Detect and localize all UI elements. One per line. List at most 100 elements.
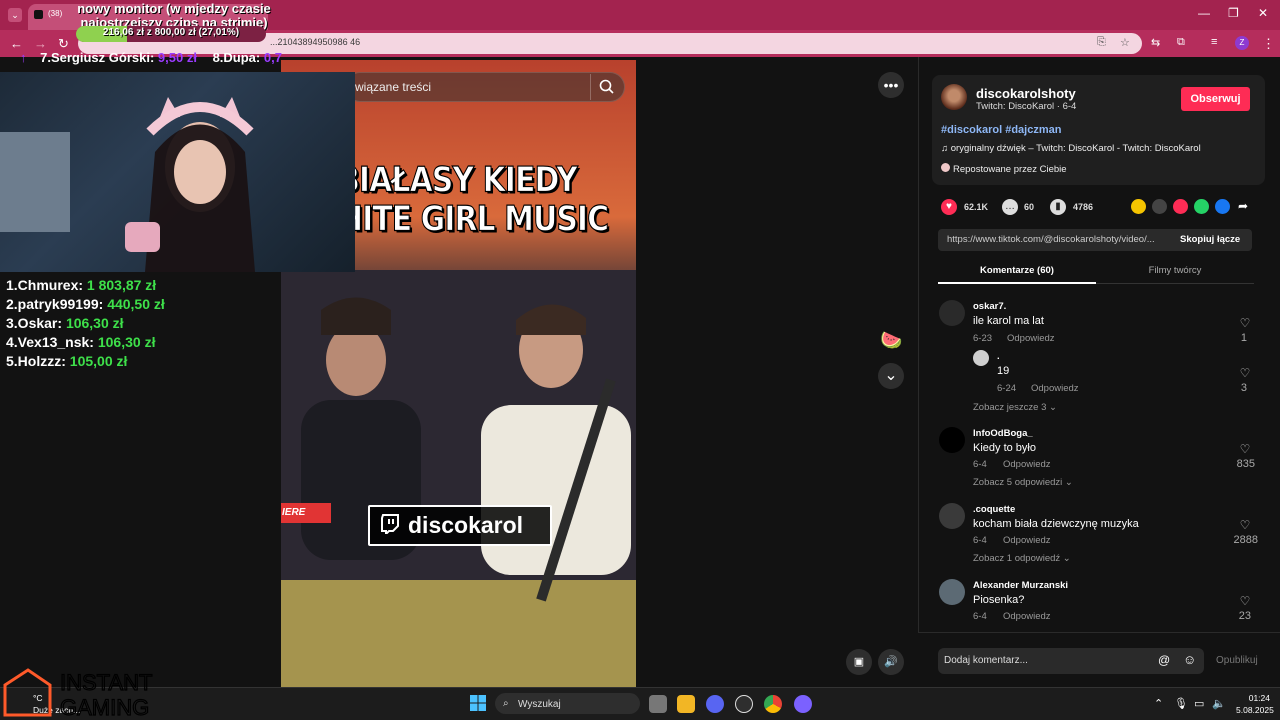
mini-player-icon[interactable]: ▣	[846, 649, 872, 675]
install-app-icon[interactable]: ⎘	[1097, 36, 1106, 49]
chevron-down-icon[interactable]: ⌄	[878, 363, 904, 389]
search-divider	[590, 74, 591, 100]
comment-icon[interactable]: …	[1002, 199, 1018, 215]
twitch-icon	[381, 514, 399, 534]
comment-date: 6-4	[973, 611, 987, 622]
follow-button[interactable]: Obserwuj	[1181, 87, 1250, 111]
share-icon[interactable]: ➦	[1238, 199, 1248, 213]
volume-icon[interactable]: 🔊	[878, 649, 904, 675]
taskbar-search[interactable]	[495, 693, 640, 714]
app-icon[interactable]	[794, 695, 812, 713]
coin-icon[interactable]	[1131, 199, 1146, 214]
extensions-icon[interactable]: ⧉	[1177, 36, 1185, 49]
tab-creator-videos[interactable]: Filmy twórcy	[1096, 265, 1254, 276]
tab-search-icon[interactable]: ⌄	[8, 8, 22, 22]
windows-start-icon[interactable]	[470, 695, 486, 711]
chrome-icon[interactable]	[764, 695, 782, 713]
comment-like-icon[interactable]: ♡	[1238, 442, 1252, 456]
goal-amount: 216,06 zł z 800,00 zł (27,01%)	[102, 27, 240, 38]
comment-count: 60	[1024, 202, 1035, 212]
back-icon[interactable]: ←	[10, 36, 23, 51]
address-url: ...21043894950986 46	[270, 37, 361, 47]
discord-icon[interactable]	[706, 695, 724, 713]
reply-button[interactable]: Odpowiedz	[1003, 611, 1051, 622]
close-icon[interactable]: ✕	[1258, 6, 1268, 20]
embed-icon[interactable]	[1152, 199, 1167, 214]
speaker-icon[interactable]: 🔈	[1212, 697, 1226, 710]
mention-icon[interactable]: @	[1158, 653, 1170, 667]
like-icon[interactable]: ♥	[941, 199, 957, 215]
taskbar-clock[interactable]: 01:24 5.08.2025	[1236, 692, 1274, 716]
reply-button[interactable]: Odpowiedz	[1003, 459, 1051, 470]
instant-gaming-logo: INSTANT GAMING	[3, 668, 153, 720]
send-icon[interactable]	[1173, 199, 1188, 214]
task-view-icon[interactable]	[649, 695, 667, 713]
clock-date: 5.08.2025	[1236, 705, 1274, 715]
search-icon: ⌕	[503, 698, 509, 709]
clock-time: 01:24	[1248, 693, 1270, 703]
donor-name: 5.Holzzz:	[6, 353, 66, 369]
reading-list-icon[interactable]: ≡	[1211, 36, 1217, 48]
more-options-icon[interactable]: •••	[878, 72, 904, 98]
comment-user[interactable]: Alexander Murzanski	[973, 580, 1068, 591]
ticker-name: 8.Dupa:	[212, 50, 261, 65]
author-avatar[interactable]	[941, 84, 967, 110]
view-more-text: Zobacz 1 odpowiedź	[973, 553, 1061, 564]
restore-icon[interactable]: ❐	[1228, 6, 1239, 20]
comment-like-count: 23	[1238, 610, 1251, 622]
top-donors-list: 1.Chmurex: 1 803,87 zł 2.patryk99199: 44…	[6, 276, 165, 371]
comment-avatar[interactable]	[939, 300, 965, 326]
view-more-text: Zobacz jeszcze 3	[973, 402, 1047, 413]
comment-user[interactable]: .coquette	[973, 504, 1015, 515]
comment-like-icon[interactable]: ♡	[1238, 594, 1252, 608]
facebook-icon[interactable]	[1215, 199, 1230, 214]
emoji-icon[interactable]: ☺	[1183, 652, 1196, 667]
minimize-icon[interactable]: —	[1198, 6, 1210, 20]
post-music[interactable]: ♫ oryginalny dźwięk – Twitch: DiscoKarol…	[941, 143, 1201, 154]
copy-link-button[interactable]: Skopiuj łącze	[1180, 234, 1240, 245]
ticker-amount: 9,50 zł	[157, 50, 197, 65]
comment-avatar[interactable]	[939, 427, 965, 453]
comment-text: Piosenka?	[973, 594, 1025, 606]
reply-button[interactable]: Odpowiedz	[1031, 383, 1079, 394]
comment-avatar[interactable]	[939, 503, 965, 529]
comment-avatar[interactable]	[939, 579, 965, 605]
publish-button[interactable]: Opublikuj	[1216, 655, 1258, 666]
obs-icon[interactable]	[735, 695, 753, 713]
whatsapp-icon[interactable]	[1194, 199, 1209, 214]
microphone-icon[interactable]: 🎙	[1174, 697, 1188, 710]
comment-like-icon[interactable]: ♡	[1238, 518, 1252, 532]
comment-like-icon[interactable]: ♡	[1238, 366, 1252, 380]
watermelon-icon[interactable]: 🍉	[880, 330, 902, 351]
search-icon[interactable]	[598, 78, 616, 96]
view-more-replies[interactable]: Zobacz jeszcze 3 ⌄	[973, 402, 1057, 413]
reply-button[interactable]: Odpowiedz	[1003, 535, 1051, 546]
profile-avatar[interactable]: Z	[1235, 36, 1249, 50]
comment-user[interactable]: .	[997, 351, 1000, 362]
ticker-name: 7.Sergiusz Górski:	[40, 50, 155, 65]
reply-button[interactable]: Odpowiedz	[1007, 333, 1055, 344]
comment-user[interactable]: InfoOdBoga_	[973, 428, 1033, 439]
post-hashtags[interactable]: #discokarol #dajczman	[941, 124, 1061, 136]
donor-row: 3.Oskar: 106,30 zł	[6, 314, 165, 333]
forward-icon[interactable]: →	[34, 36, 47, 51]
comment-user[interactable]: oskar7.	[973, 301, 1006, 312]
bookmark-star-icon[interactable]: ☆	[1120, 36, 1130, 49]
tab-comments[interactable]: Komentarze (60)	[938, 265, 1096, 276]
tray-overflow-icon[interactable]: ⌃	[1154, 697, 1163, 710]
cast-icon[interactable]: ⇆	[1151, 36, 1160, 49]
comment-like-icon[interactable]: ♡	[1238, 316, 1252, 330]
file-explorer-icon[interactable]	[677, 695, 695, 713]
bookmark-icon[interactable]: ▮	[1050, 199, 1066, 215]
like-count: 62.1K	[964, 202, 989, 212]
video-link[interactable]: https://www.tiktok.com/@discokarolshoty/…	[947, 234, 1155, 245]
view-more-replies[interactable]: Zobacz 5 odpowiedzi ⌄	[973, 477, 1073, 488]
comment-date: 6-24	[997, 383, 1017, 394]
author-name[interactable]: discokarolshoty	[976, 86, 1076, 101]
donor-amount: 106,30 zł	[65, 315, 124, 331]
repost-text: Repostowane przez Ciebie	[953, 164, 1067, 175]
menu-icon[interactable]: ⋮	[1262, 36, 1275, 52]
display-icon[interactable]: ▭	[1194, 697, 1204, 710]
view-more-replies[interactable]: Zobacz 1 odpowiedź ⌄	[973, 553, 1071, 564]
reply-avatar[interactable]	[973, 350, 989, 366]
